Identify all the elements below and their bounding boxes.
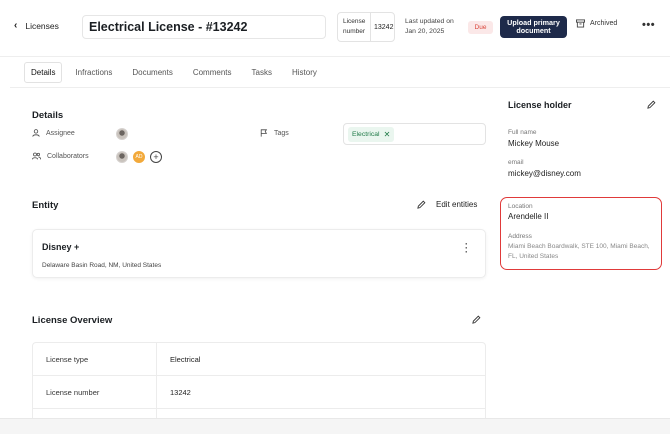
flag-icon	[260, 129, 268, 137]
entity-more-icon[interactable]: · · ·	[465, 240, 468, 257]
assignee-row-label: Assignee	[32, 129, 75, 137]
collaborators-row-label: Collaborators	[32, 152, 89, 160]
license-number-label: License number	[338, 13, 371, 41]
pencil-icon	[417, 200, 426, 209]
archived-label: Archived	[590, 20, 618, 27]
entity-name: Disney +	[42, 242, 80, 252]
address-value: Miami Beach Boardwalk, STE 100, Miami Be…	[508, 243, 650, 260]
license-title-field[interactable]: Electrical License - #13242	[82, 15, 326, 39]
back-label: Licenses	[25, 20, 59, 31]
entity-address: Delaware Basin Road, NM, United States	[42, 262, 162, 269]
tabs-divider	[10, 87, 670, 88]
table-row: License type Electrical	[33, 343, 485, 376]
collaborator-avatar-initials[interactable]: AD	[133, 151, 145, 163]
full-name-label: Full name	[508, 129, 537, 136]
bottom-bar	[0, 418, 670, 434]
entity-heading: Entity	[32, 200, 59, 211]
license-holder-heading: License holder	[508, 100, 572, 110]
license-number-field[interactable]: License number 13242	[337, 12, 395, 42]
edit-entities-label: Edit entities	[436, 200, 478, 209]
users-icon	[32, 152, 41, 160]
table-row: License number 13242	[33, 376, 485, 409]
tab-tasks[interactable]: Tasks	[245, 62, 279, 83]
tags-label: Tags	[274, 129, 289, 137]
tag-chip-label: Electrical	[352, 130, 380, 138]
location-value: Arendelle II	[508, 212, 549, 221]
page-title: Electrical License - #13242	[89, 20, 248, 34]
table-cell-key: License type	[33, 343, 157, 375]
entity-card[interactable]: Disney + Delaware Basin Road, NM, United…	[32, 229, 486, 278]
edit-entities-button[interactable]: Edit entities	[417, 200, 477, 209]
tags-row-label: Tags	[260, 129, 289, 137]
archive-icon	[576, 19, 585, 28]
user-icon	[32, 129, 40, 137]
location-label: Location	[508, 203, 533, 210]
status-badge: Due	[468, 21, 493, 34]
tags-field[interactable]: Electrical ✕	[343, 123, 486, 145]
upload-button-label: Upload primary document	[507, 18, 560, 35]
back-link[interactable]: ‹ Licenses	[14, 20, 59, 31]
upload-primary-document-button[interactable]: Upload primary document	[500, 16, 567, 38]
license-number-value: 13242	[374, 23, 394, 31]
tab-documents[interactable]: Documents	[125, 62, 179, 83]
full-name-value: Mickey Mouse	[508, 139, 560, 148]
pencil-icon[interactable]	[472, 315, 481, 324]
assignee-avatar[interactable]	[116, 128, 128, 140]
tab-infractions[interactable]: Infractions	[68, 62, 119, 83]
last-updated-date: Jan 20, 2025	[405, 28, 445, 35]
tab-details[interactable]: Details	[24, 62, 63, 83]
pencil-icon[interactable]	[647, 100, 656, 109]
last-updated-label: Last updated on	[405, 18, 454, 25]
collaborator-avatar[interactable]	[116, 151, 128, 163]
address-label: Address	[508, 233, 532, 240]
collaborators-label: Collaborators	[47, 152, 89, 160]
tab-history[interactable]: History	[285, 62, 324, 83]
table-cell-key: License number	[33, 376, 157, 408]
assignee-label: Assignee	[46, 129, 75, 137]
email-label: email	[508, 159, 524, 166]
chevron-left-icon: ‹	[14, 20, 18, 31]
tab-bar: Details Infractions Documents Comments T…	[24, 62, 330, 83]
tag-chip: Electrical ✕	[348, 126, 395, 142]
archived-button[interactable]: Archived	[576, 19, 617, 28]
header-divider	[0, 56, 670, 57]
table-cell-value: 13242	[170, 387, 191, 397]
tab-comments[interactable]: Comments	[186, 62, 239, 83]
table-cell-value: Electrical	[170, 354, 201, 364]
last-updated: Last updated on Jan 20, 2025	[405, 17, 454, 37]
license-overview-heading: License Overview	[32, 315, 113, 326]
more-options-icon[interactable]: •••	[642, 19, 655, 31]
details-heading: Details	[32, 110, 64, 121]
close-icon[interactable]: ✕	[384, 130, 391, 139]
email-value: mickey@disney.com	[508, 169, 581, 178]
add-collaborator-icon[interactable]: +	[150, 151, 162, 163]
